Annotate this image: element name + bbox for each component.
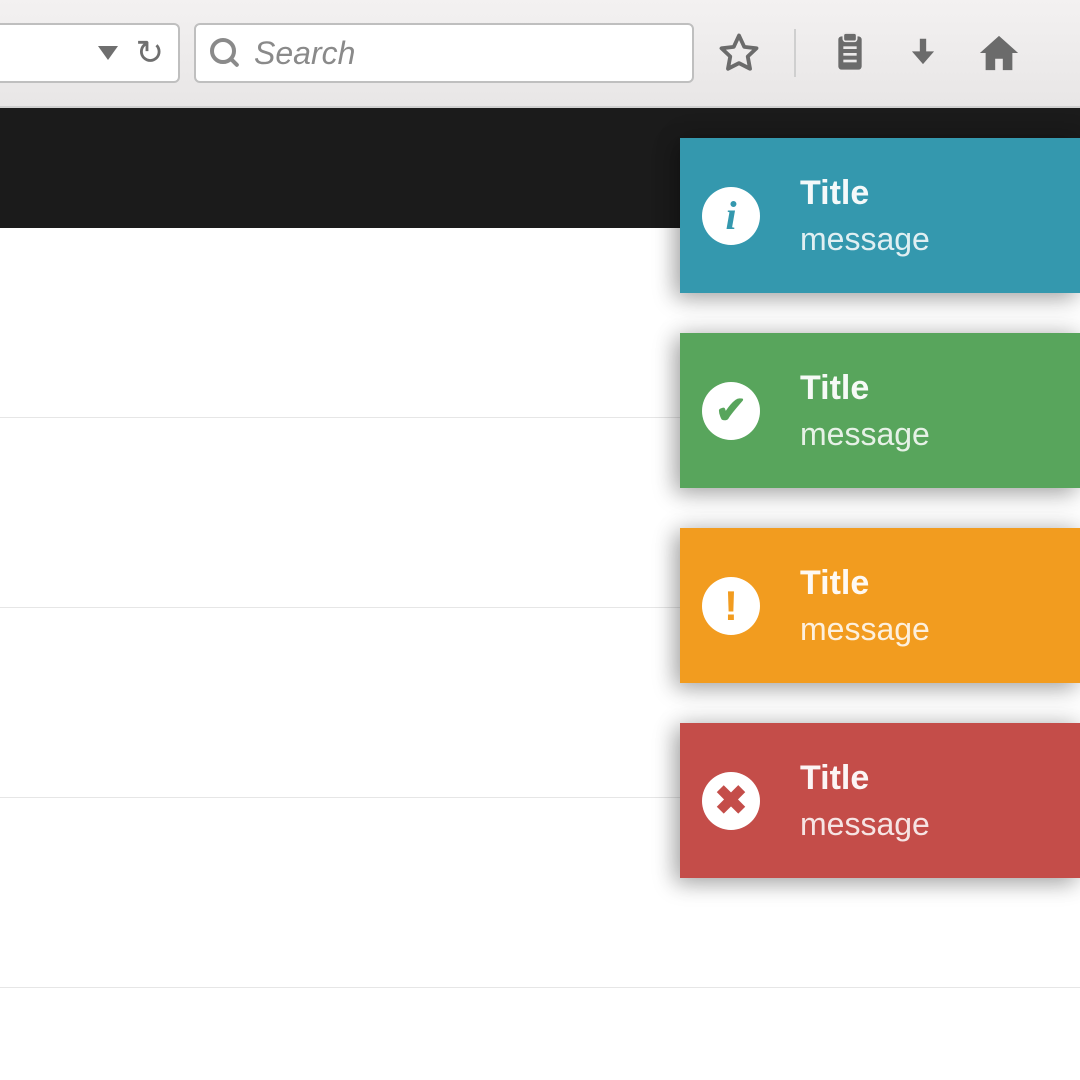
toast-title: Title bbox=[800, 369, 930, 408]
toast-error[interactable]: ✖ Title message bbox=[680, 723, 1080, 878]
toast-message: message bbox=[800, 611, 930, 648]
bookmark-star-icon[interactable] bbox=[718, 32, 760, 74]
toast-title: Title bbox=[800, 759, 930, 798]
toolbar-icons bbox=[718, 29, 1022, 77]
toast-text: Title message bbox=[800, 564, 930, 648]
close-icon: ✖ bbox=[702, 772, 760, 830]
toast-message: message bbox=[800, 806, 930, 843]
toast-text: Title message bbox=[800, 759, 930, 843]
toast-container: i Title message ✔ Title message ! Title … bbox=[680, 138, 1080, 878]
toast-title: Title bbox=[800, 174, 930, 213]
browser-toolbar: ↻ bbox=[0, 0, 1080, 108]
toast-text: Title message bbox=[800, 369, 930, 453]
toast-message: message bbox=[800, 416, 930, 453]
reload-icon[interactable]: ↻ bbox=[136, 36, 165, 70]
toast-info[interactable]: i Title message bbox=[680, 138, 1080, 293]
clipboard-icon[interactable] bbox=[830, 31, 870, 75]
search-bar[interactable] bbox=[194, 23, 694, 83]
toast-message: message bbox=[800, 221, 930, 258]
search-icon bbox=[210, 38, 240, 68]
info-icon: i bbox=[702, 187, 760, 245]
download-icon[interactable] bbox=[904, 33, 942, 73]
dropdown-icon[interactable] bbox=[98, 46, 118, 60]
toolbar-separator bbox=[794, 29, 796, 77]
url-bar[interactable]: ↻ bbox=[0, 23, 180, 83]
toast-title: Title bbox=[800, 564, 930, 603]
exclamation-icon: ! bbox=[702, 577, 760, 635]
check-icon: ✔ bbox=[702, 382, 760, 440]
toast-text: Title message bbox=[800, 174, 930, 258]
toast-warning[interactable]: ! Title message bbox=[680, 528, 1080, 683]
home-icon[interactable] bbox=[976, 32, 1022, 74]
search-input[interactable] bbox=[254, 35, 678, 72]
toast-success[interactable]: ✔ Title message bbox=[680, 333, 1080, 488]
